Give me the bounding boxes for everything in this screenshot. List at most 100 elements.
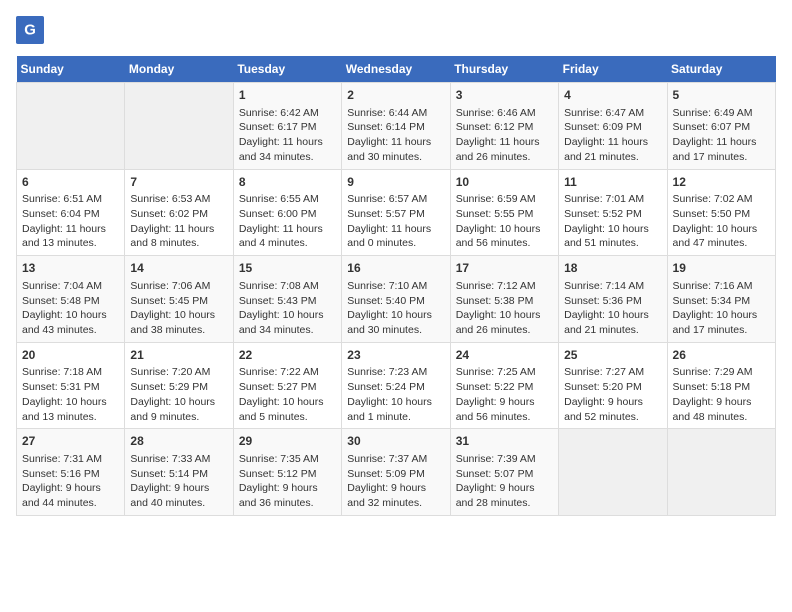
- day-number: 24: [456, 347, 553, 364]
- calendar-cell: 4Sunrise: 6:47 AMSunset: 6:09 PMDaylight…: [559, 83, 667, 170]
- calendar-cell: 9Sunrise: 6:57 AMSunset: 5:57 PMDaylight…: [342, 169, 450, 256]
- day-info: Sunset: 5:55 PM: [456, 207, 553, 222]
- week-row-3: 13Sunrise: 7:04 AMSunset: 5:48 PMDayligh…: [17, 256, 776, 343]
- day-info: Sunrise: 7:25 AM: [456, 365, 553, 380]
- day-number: 22: [239, 347, 336, 364]
- calendar-cell: 6Sunrise: 6:51 AMSunset: 6:04 PMDaylight…: [17, 169, 125, 256]
- calendar-cell: 16Sunrise: 7:10 AMSunset: 5:40 PMDayligh…: [342, 256, 450, 343]
- day-info: Sunset: 5:24 PM: [347, 380, 444, 395]
- day-number: 2: [347, 87, 444, 104]
- day-info: Sunset: 5:50 PM: [673, 207, 770, 222]
- column-header-tuesday: Tuesday: [233, 56, 341, 83]
- day-info: Sunset: 6:14 PM: [347, 120, 444, 135]
- day-info: Daylight: 11 hours and 4 minutes.: [239, 222, 336, 251]
- day-info: Daylight: 9 hours and 48 minutes.: [673, 395, 770, 424]
- week-row-5: 27Sunrise: 7:31 AMSunset: 5:16 PMDayligh…: [17, 429, 776, 516]
- day-number: 28: [130, 433, 227, 450]
- calendar-cell: 5 Sunrise: 6:49 AMSunset: 6:07 PMDaylight…: [667, 83, 775, 170]
- day-info: Sunrise: 7:22 AM: [239, 365, 336, 380]
- calendar-table: SundayMondayTuesdayWednesdayThursdayFrid…: [16, 56, 776, 516]
- day-info: Sunrise: 6:49 AM: [673, 106, 770, 121]
- day-number: 19: [673, 260, 770, 277]
- day-number: 13: [22, 260, 119, 277]
- day-info: Daylight: 9 hours and 32 minutes.: [347, 481, 444, 510]
- day-info: Sunrise: 7:14 AM: [564, 279, 661, 294]
- day-info: Sunset: 5:07 PM: [456, 467, 553, 482]
- day-number: 23: [347, 347, 444, 364]
- day-number: 30: [347, 433, 444, 450]
- day-info: Sunrise: 7:20 AM: [130, 365, 227, 380]
- day-info: Daylight: 10 hours and 9 minutes.: [130, 395, 227, 424]
- calendar-cell: [667, 429, 775, 516]
- day-info: Sunrise: 7:31 AM: [22, 452, 119, 467]
- calendar-cell: 27Sunrise: 7:31 AMSunset: 5:16 PMDayligh…: [17, 429, 125, 516]
- day-info: Daylight: 11 hours and 8 minutes.: [130, 222, 227, 251]
- day-number: 6: [22, 174, 119, 191]
- day-info: Sunrise: 6:46 AM: [456, 106, 553, 121]
- day-info: Daylight: 11 hours and 21 minutes.: [564, 135, 661, 164]
- day-info: Daylight: 9 hours and 52 minutes.: [564, 395, 661, 424]
- svg-text:G: G: [24, 22, 36, 39]
- day-info: Sunrise: 7:29 AM: [673, 365, 770, 380]
- day-info: Sunrise: 7:04 AM: [22, 279, 119, 294]
- day-number: 5: [673, 87, 770, 104]
- day-info: Sunrise: 7:08 AM: [239, 279, 336, 294]
- calendar-cell: 17Sunrise: 7:12 AMSunset: 5:38 PMDayligh…: [450, 256, 558, 343]
- day-info: Daylight: 10 hours and 56 minutes.: [456, 222, 553, 251]
- day-info: Daylight: 11 hours and 26 minutes.: [456, 135, 553, 164]
- day-info: Sunset: 5:12 PM: [239, 467, 336, 482]
- day-info: Daylight: 10 hours and 26 minutes.: [456, 308, 553, 337]
- day-info: Sunset: 6:00 PM: [239, 207, 336, 222]
- calendar-cell: 2 Sunrise: 6:44 AMSunset: 6:14 PMDaylight…: [342, 83, 450, 170]
- day-info: Daylight: 10 hours and 21 minutes.: [564, 308, 661, 337]
- day-info: Sunrise: 7:10 AM: [347, 279, 444, 294]
- day-info: Sunrise: 6:55 AM: [239, 192, 336, 207]
- day-info: Sunset: 6:17 PM: [239, 120, 336, 135]
- calendar-cell: 3Sunrise: 6:46 AMSunset: 6:12 PMDaylight…: [450, 83, 558, 170]
- day-info: Sunrise: 7:27 AM: [564, 365, 661, 380]
- day-info: Sunset: 5:09 PM: [347, 467, 444, 482]
- day-number: 1: [239, 87, 336, 104]
- calendar-cell: 1 Sunrise: 6:42 AMSunset: 6:17 PMDaylight…: [233, 83, 341, 170]
- day-info: Sunrise: 7:16 AM: [673, 279, 770, 294]
- day-info: Sunrise: 6:42 AM: [239, 106, 336, 121]
- day-info: Sunset: 6:12 PM: [456, 120, 553, 135]
- calendar-cell: 28Sunrise: 7:33 AMSunset: 5:14 PMDayligh…: [125, 429, 233, 516]
- calendar-cell: [125, 83, 233, 170]
- calendar-cell: 8Sunrise: 6:55 AMSunset: 6:00 PMDaylight…: [233, 169, 341, 256]
- day-info: Sunrise: 7:02 AM: [673, 192, 770, 207]
- day-info: Sunset: 6:02 PM: [130, 207, 227, 222]
- day-info: Sunrise: 7:37 AM: [347, 452, 444, 467]
- day-info: Sunrise: 6:44 AM: [347, 106, 444, 121]
- day-info: Daylight: 11 hours and 30 minutes.: [347, 135, 444, 164]
- day-info: Sunrise: 7:12 AM: [456, 279, 553, 294]
- day-number: 16: [347, 260, 444, 277]
- day-info: Daylight: 11 hours and 34 minutes.: [239, 135, 336, 164]
- day-number: 4: [564, 87, 661, 104]
- week-row-1: 1Sunrise: 6:42 AMSunset: 6:17 PMDaylight…: [17, 83, 776, 170]
- day-info: Daylight: 9 hours and 56 minutes.: [456, 395, 553, 424]
- day-number: 26: [673, 347, 770, 364]
- week-row-4: 20Sunrise: 7:18 AMSunset: 5:31 PMDayligh…: [17, 342, 776, 429]
- logo: G: [16, 16, 46, 44]
- logo-icon: G: [16, 16, 44, 44]
- day-info: Sunrise: 6:59 AM: [456, 192, 553, 207]
- day-number: 17: [456, 260, 553, 277]
- day-info: Sunrise: 7:39 AM: [456, 452, 553, 467]
- day-info: Daylight: 11 hours and 17 minutes.: [673, 135, 770, 164]
- day-info: Daylight: 10 hours and 30 minutes.: [347, 308, 444, 337]
- day-info: Daylight: 9 hours and 28 minutes.: [456, 481, 553, 510]
- day-info: Sunrise: 6:57 AM: [347, 192, 444, 207]
- day-info: Sunset: 5:29 PM: [130, 380, 227, 395]
- day-info: Sunrise: 6:47 AM: [564, 106, 661, 121]
- day-info: Sunrise: 6:53 AM: [130, 192, 227, 207]
- day-info: Sunset: 6:07 PM: [673, 120, 770, 135]
- calendar-cell: 29Sunrise: 7:35 AMSunset: 5:12 PMDayligh…: [233, 429, 341, 516]
- day-info: Daylight: 10 hours and 34 minutes.: [239, 308, 336, 337]
- day-info: Daylight: 10 hours and 47 minutes.: [673, 222, 770, 251]
- day-info: Sunset: 5:27 PM: [239, 380, 336, 395]
- day-info: Daylight: 11 hours and 13 minutes.: [22, 222, 119, 251]
- calendar-cell: 24Sunrise: 7:25 AMSunset: 5:22 PMDayligh…: [450, 342, 558, 429]
- day-info: Daylight: 9 hours and 44 minutes.: [22, 481, 119, 510]
- day-info: Sunrise: 7:18 AM: [22, 365, 119, 380]
